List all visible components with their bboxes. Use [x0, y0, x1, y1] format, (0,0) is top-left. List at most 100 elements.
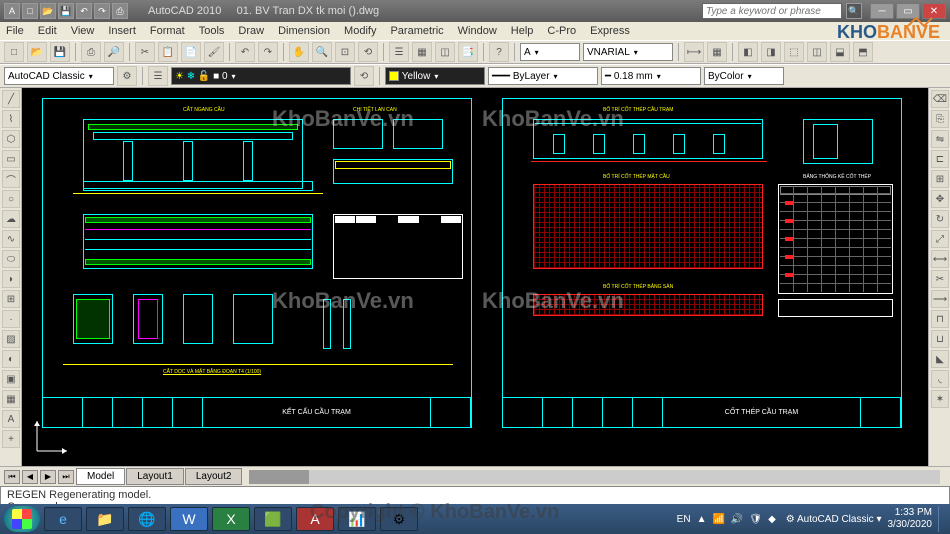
search-box[interactable] [702, 3, 842, 19]
menu-view[interactable]: View [71, 25, 95, 37]
mtext-tool[interactable]: A [2, 410, 20, 428]
new-button[interactable]: □ [4, 42, 24, 62]
app-icon[interactable]: A [4, 3, 20, 19]
task-app1[interactable]: 🟩 [254, 507, 292, 531]
explode-tool[interactable]: ✶ [931, 390, 949, 408]
zoom-button[interactable]: 🔍 [312, 42, 332, 62]
zoomwin-button[interactable]: ⊡ [335, 42, 355, 62]
tab-layout2[interactable]: Layout2 [185, 468, 243, 485]
block-tool[interactable]: ⊞ [2, 290, 20, 308]
minimize-button[interactable]: ─ [870, 3, 894, 19]
menu-draw[interactable]: Draw [238, 25, 264, 37]
join-tool[interactable]: ⊔ [931, 330, 949, 348]
match-button[interactable]: 🖌 [204, 42, 224, 62]
tray-network-icon[interactable]: 📶 [712, 514, 724, 525]
task-app3[interactable]: ⚙ [380, 507, 418, 531]
layer-select[interactable]: ☀ ❄ 🔓 ■ 0 [171, 67, 351, 85]
addsel-tool[interactable]: + [2, 430, 20, 448]
tab-prev[interactable]: ◀ [22, 470, 38, 484]
task-word[interactable]: W [170, 507, 208, 531]
pline-tool[interactable]: ⌇ [2, 110, 20, 128]
dc-button[interactable]: ▦ [412, 42, 432, 62]
layer-props-button[interactable]: ☰ [148, 66, 168, 86]
break-tool[interactable]: ⊓ [931, 310, 949, 328]
ti5[interactable]: ⬓ [830, 42, 850, 62]
undo-button[interactable]: ↶ [235, 42, 255, 62]
erase-tool[interactable]: ⌫ [931, 90, 949, 108]
status-workspace[interactable]: ⚙ AutoCAD Classic ▾ [786, 514, 882, 525]
plotstyle-select[interactable]: ByColor [704, 67, 784, 85]
redo-icon[interactable]: ↷ [94, 3, 110, 19]
move-tool[interactable]: ✥ [931, 190, 949, 208]
spline-tool[interactable]: ∿ [2, 230, 20, 248]
font-select[interactable]: VNARIAL [583, 43, 673, 61]
open-button[interactable]: 📂 [27, 42, 47, 62]
tray-app-icon[interactable]: ◆ [768, 514, 776, 525]
new-icon[interactable]: □ [22, 3, 38, 19]
copy-tool[interactable]: ⎘ [931, 110, 949, 128]
stretch-tool[interactable]: ⟷ [931, 250, 949, 268]
menu-parametric[interactable]: Parametric [390, 25, 443, 37]
preview-button[interactable]: 🔎 [104, 42, 124, 62]
save-icon[interactable]: 💾 [58, 3, 74, 19]
search-button[interactable]: 🔍 [846, 3, 862, 19]
rect-tool[interactable]: ▭ [2, 150, 20, 168]
dim-button[interactable]: ⟼ [684, 42, 704, 62]
show-desktop[interactable] [938, 506, 946, 532]
tab-last[interactable]: ⏭ [58, 470, 74, 484]
task-app2[interactable]: 📊 [338, 507, 376, 531]
copy-button[interactable]: 📋 [158, 42, 178, 62]
tray-volume-icon[interactable]: 🔊 [731, 514, 743, 525]
tab-layout1[interactable]: Layout1 [126, 468, 184, 485]
task-excel[interactable]: X [212, 507, 250, 531]
task-ie[interactable]: e [44, 507, 82, 531]
tp-button[interactable]: ◫ [435, 42, 455, 62]
menu-cpro[interactable]: C-Pro [547, 25, 576, 37]
array-tool[interactable]: ⊞ [931, 170, 949, 188]
fillet-tool[interactable]: ◟ [931, 370, 949, 388]
lang-indicator[interactable]: EN [677, 514, 691, 525]
menu-dimension[interactable]: Dimension [278, 25, 330, 37]
save-button[interactable]: 💾 [50, 42, 70, 62]
grad-tool[interactable]: ◐ [2, 350, 20, 368]
ti2[interactable]: ◨ [761, 42, 781, 62]
menu-window[interactable]: Window [458, 25, 497, 37]
region-tool[interactable]: ▣ [2, 370, 20, 388]
chamfer-tool[interactable]: ◣ [931, 350, 949, 368]
task-autocad[interactable]: A [296, 507, 334, 531]
tab-first[interactable]: ⏮ [4, 470, 20, 484]
linetype-select[interactable]: ━━━ ByLayer [488, 67, 598, 85]
cut-button[interactable]: ✂ [135, 42, 155, 62]
menu-help[interactable]: Help [511, 25, 534, 37]
plot-button[interactable]: ⎙ [81, 42, 101, 62]
ti1[interactable]: ◧ [738, 42, 758, 62]
scale-tool[interactable]: ⤢ [931, 230, 949, 248]
color-select[interactable]: Yellow [385, 67, 485, 85]
search-input[interactable] [702, 3, 842, 19]
ws-settings-icon[interactable]: ⚙ [117, 66, 137, 86]
layer-prev-button[interactable]: ⟲ [354, 66, 374, 86]
start-button[interactable] [4, 506, 40, 532]
open-icon[interactable]: 📂 [40, 3, 56, 19]
point-tool[interactable]: · [2, 310, 20, 328]
menu-tools[interactable]: Tools [199, 25, 225, 37]
text-style-select[interactable]: A [520, 43, 580, 61]
print-icon[interactable]: ⎙ [112, 3, 128, 19]
menu-edit[interactable]: Edit [38, 25, 57, 37]
menu-file[interactable]: File [6, 25, 24, 37]
extend-tool[interactable]: ⟶ [931, 290, 949, 308]
workspace-select[interactable]: AutoCAD Classic [4, 67, 114, 85]
hscrollbar[interactable] [249, 470, 940, 484]
undo-icon[interactable]: ↶ [76, 3, 92, 19]
help-button[interactable]: ? [489, 42, 509, 62]
polygon-tool[interactable]: ⬡ [2, 130, 20, 148]
paste-button[interactable]: 📄 [181, 42, 201, 62]
tray-shield-icon[interactable]: 🛡 [749, 514, 762, 525]
props-button[interactable]: ☰ [389, 42, 409, 62]
ti4[interactable]: ◫ [807, 42, 827, 62]
ellipse-tool[interactable]: ⬭ [2, 250, 20, 268]
menu-insert[interactable]: Insert [108, 25, 136, 37]
ti6[interactable]: ⬒ [853, 42, 873, 62]
task-explorer[interactable]: 📁 [86, 507, 124, 531]
offset-tool[interactable]: ⊏ [931, 150, 949, 168]
